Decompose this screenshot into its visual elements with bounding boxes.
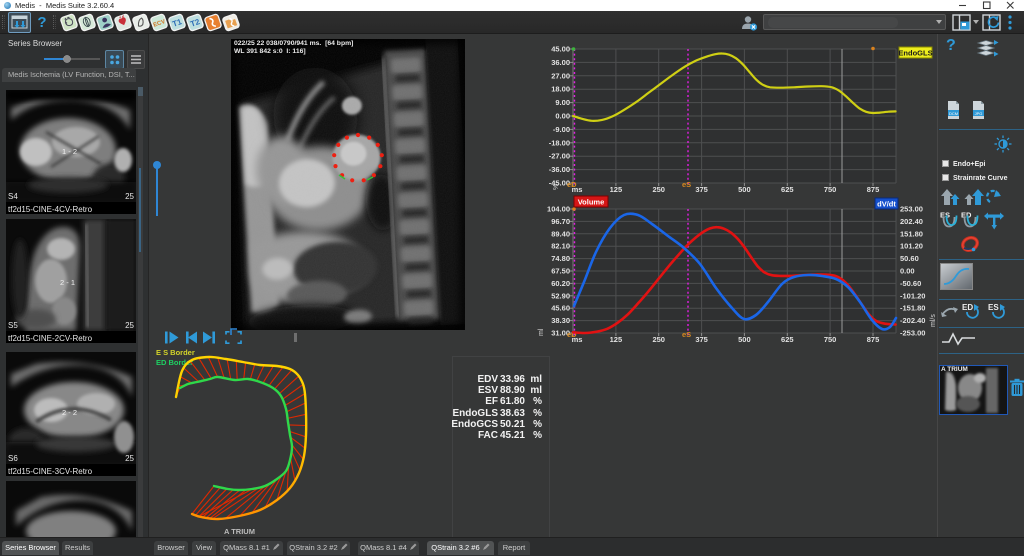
svg-text:45.00: 45.00 bbox=[551, 45, 570, 54]
svg-text:60.20: 60.20 bbox=[551, 279, 570, 288]
svg-text:-151.80: -151.80 bbox=[900, 304, 925, 313]
svg-text:250: 250 bbox=[652, 185, 665, 194]
svg-text:ES: ES bbox=[988, 303, 999, 312]
svg-text:-50.60: -50.60 bbox=[900, 279, 921, 288]
svg-text:96.70: 96.70 bbox=[551, 217, 570, 226]
svg-text:ED: ED bbox=[962, 303, 973, 312]
svg-text:74.80: 74.80 bbox=[551, 254, 570, 263]
svg-text:-27.00: -27.00 bbox=[549, 152, 570, 161]
svg-text:ED: ED bbox=[961, 211, 972, 220]
svg-text:82.10: 82.10 bbox=[551, 242, 570, 251]
svg-text:202.40: 202.40 bbox=[900, 217, 923, 226]
svg-text:0.00: 0.00 bbox=[555, 112, 570, 121]
svg-text:eD: eD bbox=[567, 180, 577, 189]
svg-text:253.00: 253.00 bbox=[900, 205, 923, 214]
svg-text:9.00: 9.00 bbox=[555, 98, 570, 107]
svg-text:eS: eS bbox=[682, 330, 691, 339]
svg-text:750: 750 bbox=[824, 185, 837, 194]
svg-text:EndoGLS: EndoGLS bbox=[898, 49, 932, 58]
svg-text:125: 125 bbox=[610, 185, 623, 194]
svg-text:101.20: 101.20 bbox=[900, 242, 923, 251]
svg-text:0.00: 0.00 bbox=[900, 267, 915, 276]
svg-text:151.80: 151.80 bbox=[900, 229, 923, 238]
svg-text:18.00: 18.00 bbox=[551, 85, 570, 94]
svg-text:JPG: JPG bbox=[975, 111, 983, 116]
svg-text:875: 875 bbox=[867, 185, 880, 194]
svg-text:875: 875 bbox=[867, 335, 880, 344]
svg-text:500: 500 bbox=[738, 335, 751, 344]
svg-text:2 - 1: 2 - 1 bbox=[60, 278, 75, 287]
svg-text:dV/dt: dV/dt bbox=[877, 200, 896, 209]
svg-text:eS: eS bbox=[682, 180, 691, 189]
svg-text:375: 375 bbox=[695, 335, 708, 344]
svg-text:38.30: 38.30 bbox=[551, 316, 570, 325]
svg-text:250: 250 bbox=[652, 335, 665, 344]
svg-text:-253.00: -253.00 bbox=[900, 329, 925, 338]
svg-text:DCM: DCM bbox=[949, 111, 958, 116]
svg-text:500: 500 bbox=[738, 185, 751, 194]
svg-text:50.60: 50.60 bbox=[900, 254, 919, 263]
svg-text:52.90: 52.90 bbox=[551, 291, 570, 300]
svg-text:-36.00: -36.00 bbox=[549, 165, 570, 174]
svg-text:-18.00: -18.00 bbox=[549, 138, 570, 147]
svg-text:67.50: 67.50 bbox=[551, 267, 570, 276]
svg-text:750: 750 bbox=[824, 335, 837, 344]
svg-text:-101.20: -101.20 bbox=[900, 291, 925, 300]
svg-text:-202.40: -202.40 bbox=[900, 316, 925, 325]
svg-text:625: 625 bbox=[781, 185, 794, 194]
svg-text:45.60: 45.60 bbox=[551, 304, 570, 313]
svg-text:ES: ES bbox=[940, 211, 950, 220]
svg-text:Volume: Volume bbox=[578, 198, 605, 207]
svg-text:89.40: 89.40 bbox=[551, 229, 570, 238]
svg-text:27.00: 27.00 bbox=[551, 71, 570, 80]
svg-text:1 - 2: 1 - 2 bbox=[62, 147, 77, 156]
svg-text:125: 125 bbox=[610, 335, 623, 344]
svg-text:36.00: 36.00 bbox=[551, 58, 570, 67]
svg-text:-9.00: -9.00 bbox=[553, 125, 570, 134]
svg-text:375: 375 bbox=[695, 185, 708, 194]
svg-text:104.00: 104.00 bbox=[547, 205, 570, 214]
svg-text:2 - 2: 2 - 2 bbox=[62, 408, 77, 417]
svg-text:625: 625 bbox=[781, 335, 794, 344]
